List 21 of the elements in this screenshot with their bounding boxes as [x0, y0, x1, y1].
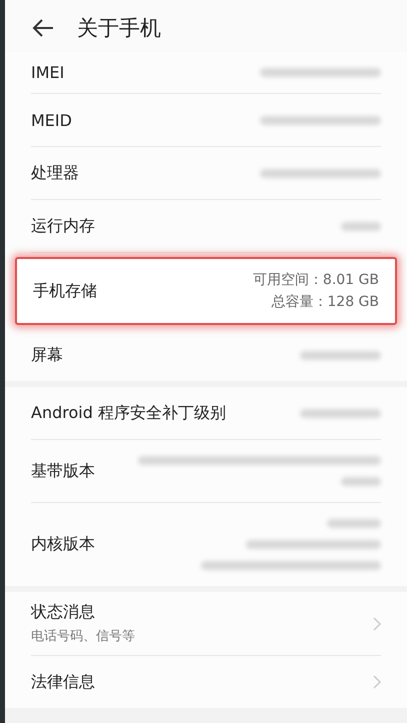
setting-label: 法律信息 — [31, 672, 95, 692]
storage-value: 可用空间：8.01 GB — [252, 271, 379, 289]
blurred-value — [340, 477, 381, 486]
back-arrow-icon[interactable] — [31, 18, 55, 38]
setting-label: 处理器 — [31, 162, 79, 184]
setting-label: 内核版本 — [31, 534, 95, 555]
setting-label: 运行内存 — [31, 216, 95, 236]
chevron-icon — [373, 616, 381, 630]
setting-label: 手机存储 — [33, 280, 97, 302]
chevron-icon — [373, 675, 381, 689]
setting-label: 基带版本 — [31, 460, 95, 482]
setting-label: 屏幕 — [31, 344, 63, 366]
page-title: 关于手机 — [77, 15, 161, 42]
blurred-value — [340, 222, 381, 230]
setting-label: IMEI — [31, 63, 64, 82]
setting-label: 状态消息 — [31, 602, 96, 623]
setting-description: 电话号码、信号等 — [31, 628, 135, 645]
setting-label: Android 程序安全补丁级别 — [31, 402, 226, 424]
blurred-value — [327, 519, 381, 528]
storage-value: 总容量：128 GB — [271, 293, 379, 311]
setting-label: MEID — [31, 110, 72, 130]
